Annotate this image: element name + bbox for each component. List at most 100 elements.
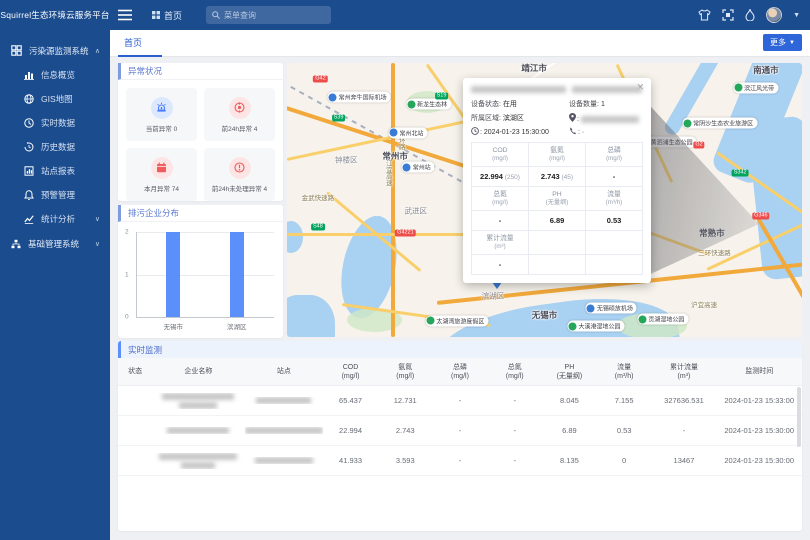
device-time: : 2024-01-23 15:30:00 — [471, 127, 569, 136]
sidebar-item-统计分析[interactable]: 统计分析∨ — [0, 207, 110, 231]
column-header-累计流量: 累计流量(m³) — [651, 363, 716, 381]
redacted-text — [179, 402, 217, 409]
sidebar-item-信息概览[interactable]: 信息概览 — [0, 63, 110, 87]
column-header-总磷: 总磷(mg/l) — [433, 363, 488, 381]
sidebar-group-label: 基础管理系统 — [28, 238, 79, 250]
abnormal-card[interactable]: 前24h异常 4 — [204, 88, 275, 141]
abnormal-card[interactable]: 前24h未处理异常 4 — [204, 148, 275, 201]
user-avatar[interactable] — [766, 7, 782, 23]
chart-ytick: 1 — [125, 271, 129, 278]
column-header-COD: COD(mg/l) — [323, 363, 378, 381]
cell-tn: - — [487, 426, 542, 435]
popup-metric-value-累计流量: - — [472, 255, 529, 275]
map-poi-常阴沙生态农业旅游区[interactable]: 常阴沙生态农业旅游区 — [682, 118, 757, 129]
bar-chart-icon — [24, 70, 34, 80]
cell-tp: - — [433, 426, 488, 435]
chevron-down-icon[interactable]: ▼ — [793, 12, 800, 19]
cell-time: 2024-01-23 15:33:00 — [716, 396, 802, 405]
fullscreen-icon[interactable] — [722, 9, 734, 21]
poi-blue-icon — [329, 93, 337, 101]
abnormal-card[interactable]: 本月异常 74 — [126, 148, 197, 201]
redacted-text — [181, 462, 215, 469]
popup-empty-cell — [529, 255, 586, 275]
gis-map[interactable]: 靖江市南通市张家港市常州市常熟市无锡市钟楼区武进区滨湖区金武快速路外环路江宜高速… — [287, 63, 802, 337]
chart-gridline — [136, 275, 274, 276]
cell-ph: 8.045 — [542, 396, 597, 405]
sidebar-item-GIS地图[interactable]: GIS地图 — [0, 87, 110, 111]
search-input[interactable]: 菜单查询 — [206, 6, 331, 24]
poi-green-icon — [734, 84, 742, 92]
map-poi-常州站[interactable]: 常州站 — [402, 162, 435, 173]
sidebar-group-基础管理系统[interactable]: 基础管理系统∨ — [0, 231, 110, 256]
sidebar-item-历史数据[interactable]: 历史数据 — [0, 135, 110, 159]
table-row[interactable]: 22.9942.743--6.890.53-2024-01-23 15:30:0… — [118, 416, 802, 446]
sidebar-item-预警管理[interactable]: 预警管理 — [0, 183, 110, 207]
chart-bar-滨湖区[interactable] — [230, 232, 244, 317]
column-header-站点: 站点 — [245, 367, 324, 376]
more-button[interactable]: 更多▼ — [763, 34, 802, 51]
search-placeholder: 菜单查询 — [224, 10, 256, 21]
road — [391, 63, 395, 337]
table-row[interactable]: 41.9333.593--8.1350134672024-01-23 15:30… — [118, 446, 802, 476]
report-icon — [24, 166, 34, 176]
company-name-redacted — [152, 427, 244, 434]
map-poi-新龙生态林[interactable]: 新龙生态林 — [406, 99, 451, 110]
road-shield-G42: G42 — [313, 76, 327, 83]
popup-metrics-table: COD(mg/l)氨氮(mg/l)总磷(mg/l)22.994 (250)2.7… — [471, 142, 643, 275]
map-poi-常州北站[interactable]: 常州北站 — [389, 127, 428, 138]
yangtze-river — [747, 115, 802, 280]
device-phone: : · — [569, 127, 643, 136]
redacted-text — [159, 453, 237, 460]
globe-icon — [24, 94, 34, 104]
abnormal-card[interactable]: 当前异常 0 — [126, 88, 197, 141]
siren-icon — [151, 97, 173, 119]
sidebar-item-实时数据[interactable]: 实时数据 — [0, 111, 110, 135]
map-poi-贡湖湿地公园[interactable]: 贡湖湿地公园 — [637, 314, 688, 325]
chart-bar-无锡市[interactable] — [166, 232, 180, 317]
sidebar-item-站点报表[interactable]: 站点报表 — [0, 159, 110, 183]
map-poi-滨江风光带[interactable]: 滨江风光带 — [733, 82, 778, 93]
popup-metric-name-总氮: 总氮(mg/l) — [472, 187, 529, 211]
cell-total_flow: 327636.531 — [651, 396, 716, 405]
hamburger-menu-icon[interactable] — [118, 9, 132, 21]
popup-metric-value-总磷: - — [586, 167, 643, 187]
flame-icon[interactable] — [745, 9, 755, 21]
sidebar-menu: 污染源监测系统∧信息概览GIS地图实时数据历史数据站点报表预警管理统计分析∨基础… — [0, 30, 110, 540]
map-poi-常州奔牛国际机场[interactable]: 常州奔牛国际机场 — [328, 92, 391, 103]
column-header-监测时间: 监测时间 — [716, 367, 802, 376]
table-scrollbar[interactable] — [797, 387, 801, 447]
column-header-状态: 状态 — [118, 367, 152, 376]
app-logo: Squirrel生态环境云服务平台 — [0, 9, 110, 21]
cell-nh3: 3.593 — [378, 456, 433, 465]
map-poi-大溪港湿地公园[interactable]: 大溪港湿地公园 — [567, 321, 624, 332]
line-chart-icon — [24, 214, 34, 224]
poi-blue-icon — [587, 304, 595, 312]
breadcrumb-label: 首页 — [164, 9, 182, 22]
redacted-text — [167, 427, 229, 434]
cell-flow: 0.53 — [597, 426, 652, 435]
map-label-钟楼区: 钟楼区 — [335, 155, 358, 166]
tab-home[interactable]: 首页 — [124, 36, 142, 49]
breadcrumb-home[interactable]: 首页 — [152, 9, 182, 22]
calendar-icon — [151, 157, 173, 179]
road-shield-G2: G2 — [693, 142, 704, 149]
abnormal-card-label: 前24h未处理异常 4 — [212, 183, 267, 193]
road-shield-S48: S48 — [311, 224, 325, 231]
map-poi-无锡硕放机场[interactable]: 无锡硕放机场 — [586, 303, 637, 314]
road-shield-G4221: G4221 — [395, 229, 416, 236]
redacted-text — [245, 427, 323, 434]
abnormal-panel-title: 异常状况 — [118, 63, 283, 80]
redacted-text — [572, 86, 642, 93]
map-poi-太湖湾旅游度假区[interactable]: 太湖湾旅游度假区 — [425, 315, 488, 326]
station-redacted — [245, 427, 324, 434]
chart-x-axis — [136, 317, 274, 318]
grid-icon — [152, 11, 160, 19]
sidebar-group-label: 污染源监测系统 — [29, 45, 89, 57]
sidebar-group-污染源监测系统[interactable]: 污染源监测系统∧ — [0, 38, 110, 63]
poi-green-icon — [683, 119, 691, 127]
abnormal-cards: 当前异常 0前24h异常 4本月异常 74 前24h未处理异常 4 — [118, 80, 283, 209]
realtime-panel-title: 实时监测 — [118, 341, 802, 358]
table-row[interactable]: 65.43712.731--8.0457.155327636.5312024-0… — [118, 386, 802, 416]
station-redacted — [245, 457, 324, 464]
theme-skin-icon[interactable] — [698, 9, 711, 21]
